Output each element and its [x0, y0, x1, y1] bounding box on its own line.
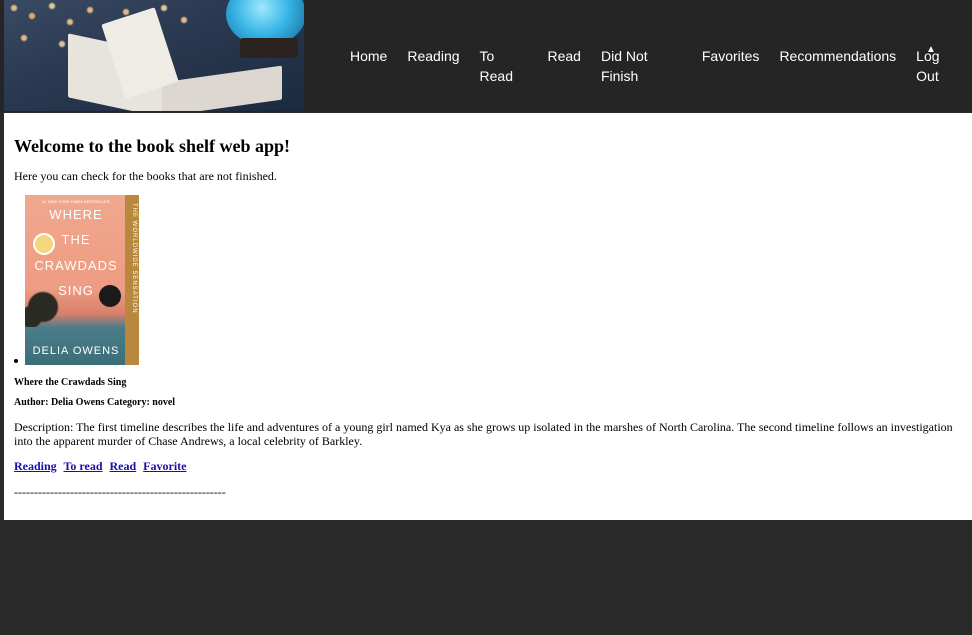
nav-to-read[interactable]: To Read [470, 46, 538, 84]
book-description: Description: The first timeline describe… [14, 420, 953, 448]
site-header: Home Reading To Read Read Did Not Finish… [0, 0, 972, 112]
main-nav: Home Reading To Read Read Did Not Finish… [340, 46, 972, 84]
action-favorite-link[interactable]: Favorite [143, 459, 186, 473]
open-book-right-page [162, 65, 282, 111]
book-meta: Author: Delia Owens Category: novel [14, 397, 176, 408]
nav-home[interactable]: Home [340, 46, 397, 66]
globe-stand [240, 38, 298, 58]
cover-trees [25, 287, 65, 327]
cover-title-line: THE [61, 232, 91, 247]
nav-reading[interactable]: Reading [397, 46, 469, 66]
list-bullet [14, 359, 18, 363]
page-title: Welcome to the book shelf web app! [14, 136, 290, 156]
mouse-cursor-icon: ▲ [926, 44, 936, 55]
header-banner-image [4, 0, 304, 111]
action-to-read-link[interactable]: To read [63, 459, 102, 473]
book-actions: Reading To read Read Favorite [14, 459, 190, 474]
nav-read[interactable]: Read [538, 46, 591, 66]
main-content: Welcome to the book shelf web app! Here … [4, 113, 972, 520]
action-reading-link[interactable]: Reading [14, 459, 57, 473]
cover-top-line: #1 NEW YORK TIMES BESTSELLER [42, 199, 110, 204]
book-cover-image: #1 NEW YORK TIMES BESTSELLER WHERE THE C… [25, 195, 139, 365]
cover-author: DELIA OWENS [32, 345, 120, 357]
cover-title-line: WHERE [49, 207, 103, 222]
cover-title-line: CRAWDADS [34, 258, 118, 273]
nav-recommendations[interactable]: Recommendations [769, 46, 906, 66]
cover-spine-text: THE WORLDWIDE SENSATION [131, 203, 137, 314]
cover-sticker-icon [99, 285, 121, 307]
cover-spine: THE WORLDWIDE SENSATION [125, 195, 139, 365]
nav-log-out[interactable]: Log Out [906, 46, 972, 84]
nav-favorites[interactable]: Favorites [692, 46, 770, 66]
book-title: Where the Crawdads Sing [14, 377, 127, 388]
divider-line: ----------------------------------------… [14, 485, 226, 499]
intro-text: Here you can check for the books that ar… [14, 169, 277, 183]
action-read-link[interactable]: Read [110, 459, 137, 473]
nav-did-not-finish[interactable]: Did Not Finish [591, 46, 692, 84]
